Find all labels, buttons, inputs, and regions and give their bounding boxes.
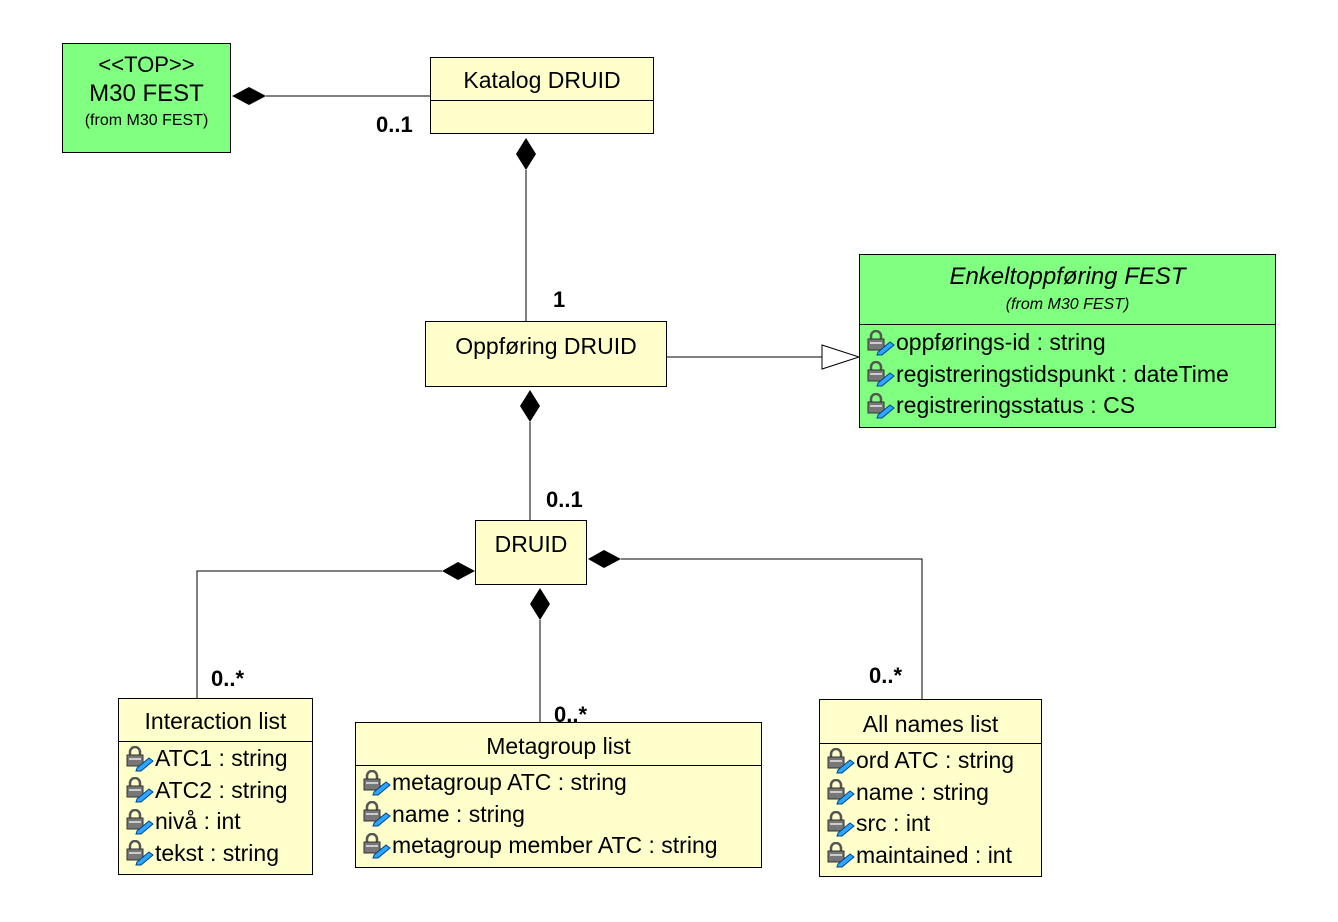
- class-name: Interaction list: [119, 699, 312, 742]
- private-attribute-lock-icon: [826, 779, 856, 805]
- attribute-text: metagroup member ATC : string: [392, 832, 718, 858]
- attribute-text: nivå : int: [155, 808, 241, 834]
- attribute-text: maintained : int: [856, 841, 1012, 868]
- attribute-text: ATC1 : string: [155, 745, 288, 771]
- private-attribute-lock-icon: [125, 745, 155, 772]
- multiplicity-label: 0..*: [554, 702, 588, 727]
- attribute-list: ord ATC : string name : string src : int ma…: [820, 744, 1041, 871]
- multiplicity-label: 0..1: [546, 487, 583, 512]
- attribute-text: tekst : string: [155, 839, 279, 866]
- attribute-row[interactable]: ATC1 : string: [119, 743, 312, 775]
- class-origin: (from M30 FEST): [1005, 296, 1130, 313]
- class-name: DRUID: [494, 531, 568, 557]
- private-attribute-lock-icon: [125, 777, 155, 803]
- attribute-list: ATC1 : string ATC2 : string nivå : int teks…: [119, 742, 312, 869]
- composition-diamond-icon: [530, 588, 550, 620]
- multiplicity-label: 0..1: [376, 112, 413, 137]
- attribute-text: name : string: [856, 778, 989, 805]
- uml-class-diagram: <<TOP>> M30 FEST (from M30 FEST) Katalog…: [0, 0, 1338, 922]
- private-attribute-lock-icon: [826, 842, 856, 868]
- attribute-text: metagroup ATC : string: [392, 769, 627, 795]
- attribute-row[interactable]: name : string: [356, 799, 761, 831]
- class-name: Katalog DRUID: [431, 58, 653, 101]
- class-metagroup-list[interactable]: Metagroup list metagroup ATC : string nam…: [355, 722, 762, 868]
- private-attribute-lock-icon: [125, 808, 155, 835]
- class-name: Metagroup list: [356, 723, 761, 766]
- attribute-text: registreringstidspunkt : dateTime: [896, 360, 1229, 387]
- stereotype: <<TOP>>: [98, 52, 195, 77]
- attribute-row[interactable]: oppførings-id : string: [860, 327, 1275, 359]
- attribute-text: name : string: [392, 800, 525, 827]
- attribute-row[interactable]: tekst : string: [119, 838, 312, 870]
- class-m30-fest[interactable]: <<TOP>> M30 FEST (from M30 FEST): [62, 43, 231, 153]
- attribute-text: ord ATC : string: [856, 747, 1015, 773]
- multiplicity-label: 1: [553, 287, 566, 312]
- attribute-text: oppførings-id : string: [896, 329, 1106, 355]
- attribute-list: oppførings-id : string registreringstidsp…: [860, 325, 1275, 422]
- class-druid[interactable]: DRUID: [475, 520, 587, 585]
- attribute-text: src : int: [856, 810, 931, 836]
- generalization-triangle-icon: [821, 344, 861, 370]
- private-attribute-lock-icon: [826, 810, 856, 837]
- composition-diamond-icon: [588, 550, 621, 568]
- attribute-row[interactable]: registreringstidspunkt : dateTime: [860, 359, 1275, 391]
- class-katalog-druid[interactable]: Katalog DRUID: [430, 57, 654, 134]
- composition-diamond-icon: [516, 138, 536, 170]
- attribute-text: ATC2 : string: [155, 776, 288, 803]
- class-oppforing-druid[interactable]: Oppføring DRUID: [425, 321, 667, 387]
- class-name: All names list: [820, 700, 1041, 744]
- class-origin: (from M30 FEST): [84, 112, 209, 129]
- attribute-row[interactable]: metagroup member ATC : string: [356, 830, 761, 862]
- attribute-row[interactable]: ATC2 : string: [119, 775, 312, 807]
- composition-diamond-icon: [520, 390, 540, 422]
- class-enkeltoppforing-fest[interactable]: Enkeltoppføring FEST (from M30 FEST) opp…: [859, 254, 1276, 428]
- class-name: Oppføring DRUID: [455, 333, 637, 359]
- class-all-names-list[interactable]: All names list ord ATC : string name : st…: [819, 699, 1042, 877]
- private-attribute-lock-icon: [362, 769, 392, 796]
- composition-diamond-icon: [442, 562, 475, 580]
- attribute-row[interactable]: nivå : int: [119, 806, 312, 838]
- attribute-row[interactable]: src : int: [820, 808, 1041, 840]
- multiplicity-label: 0..*: [869, 663, 903, 688]
- attribute-row[interactable]: maintained : int: [820, 840, 1041, 872]
- attribute-text: registreringsstatus : CS: [896, 392, 1136, 418]
- attribute-list: metagroup ATC : string name : string metag…: [356, 766, 761, 862]
- private-attribute-lock-icon: [866, 361, 896, 387]
- attribute-row[interactable]: metagroup ATC : string: [356, 767, 761, 799]
- private-attribute-lock-icon: [362, 832, 392, 859]
- private-attribute-lock-icon: [826, 747, 856, 774]
- attribute-row[interactable]: registreringsstatus : CS: [860, 390, 1275, 422]
- attribute-row[interactable]: name : string: [820, 777, 1041, 809]
- private-attribute-lock-icon: [866, 392, 896, 419]
- private-attribute-lock-icon: [866, 329, 896, 356]
- private-attribute-lock-icon: [362, 801, 392, 827]
- attribute-row[interactable]: ord ATC : string: [820, 745, 1041, 777]
- class-name: M30 FEST: [89, 80, 204, 107]
- private-attribute-lock-icon: [125, 840, 155, 866]
- class-interaction-list[interactable]: Interaction list ATC1 : string ATC2 : str…: [118, 698, 313, 875]
- class-name: Enkeltoppføring FEST: [949, 263, 1186, 290]
- multiplicity-label: 0..*: [211, 666, 245, 691]
- composition-diamond-icon: [232, 87, 266, 105]
